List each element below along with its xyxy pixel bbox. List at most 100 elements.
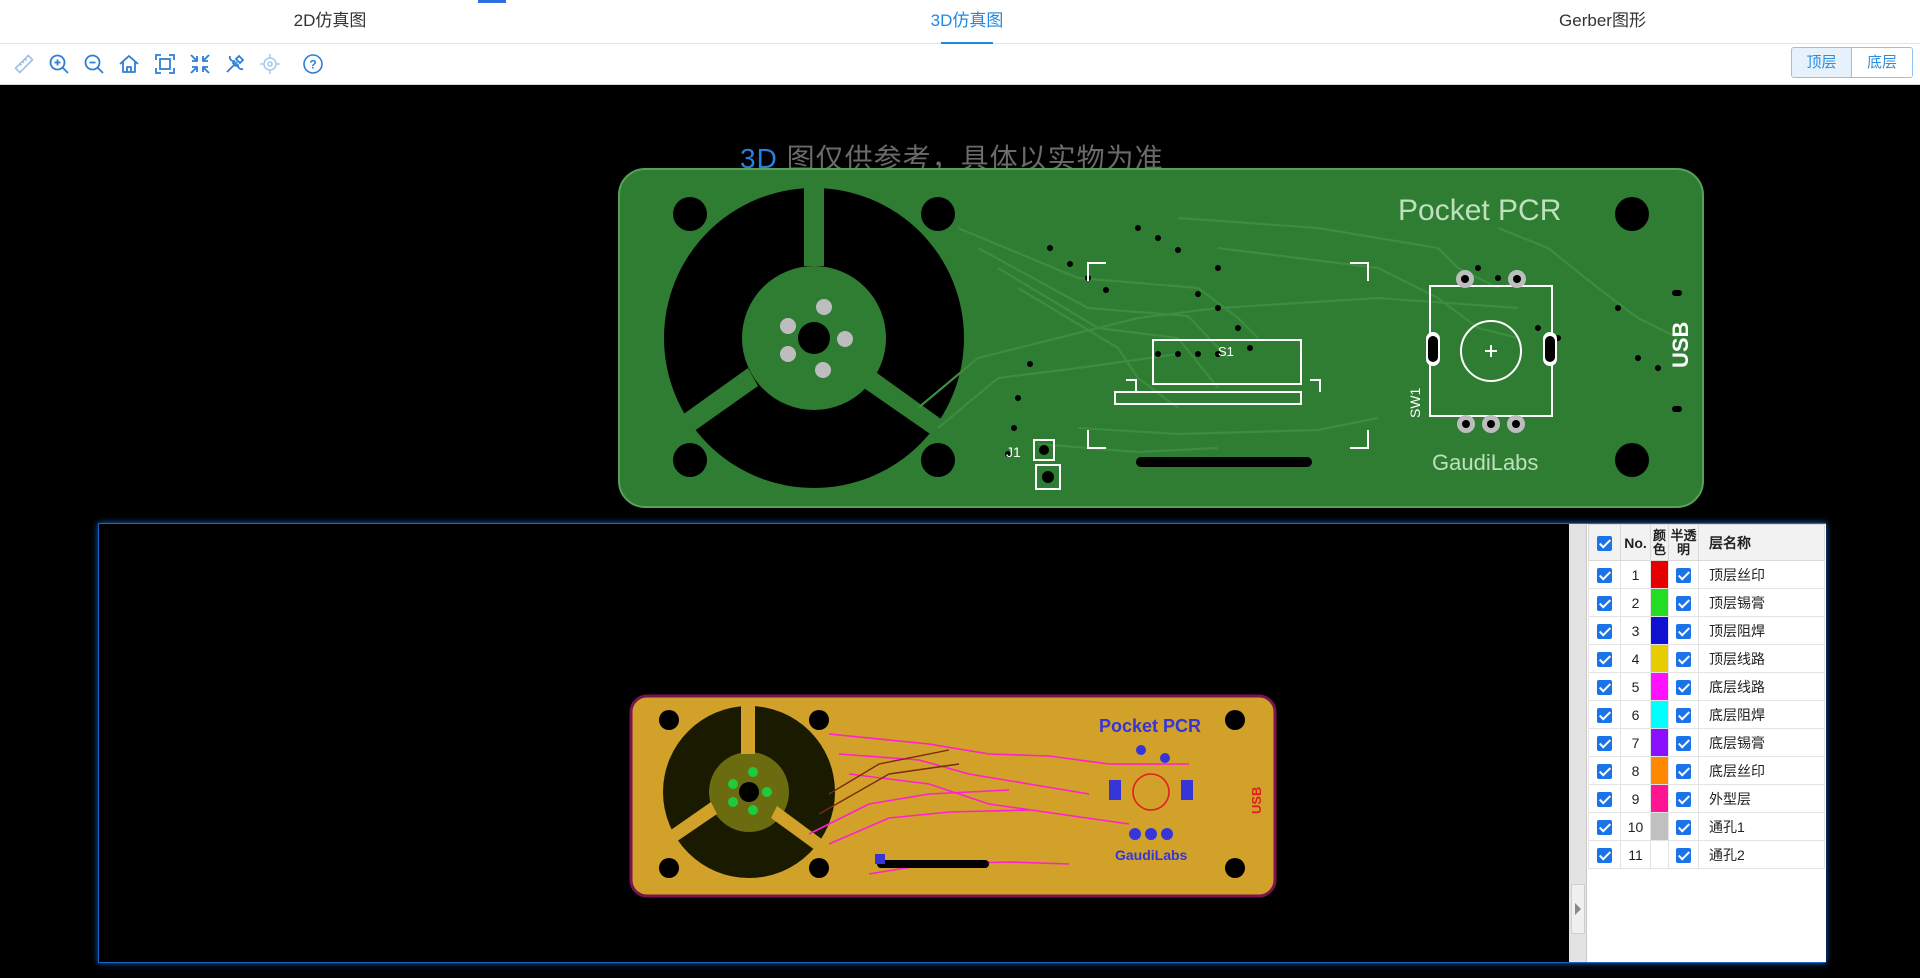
layer-row: 2 顶层锡膏 — [1588, 588, 1825, 617]
layer-color-swatch[interactable] — [1651, 645, 1668, 672]
zoom-in-icon[interactable] — [47, 52, 71, 76]
layer-visible-checkbox[interactable] — [1597, 819, 1612, 835]
zoom-out-icon[interactable] — [82, 52, 106, 76]
layer-color-cell — [1650, 840, 1669, 869]
layer-panel: No. 颜色 半透明 层名称 1 顶层丝印 2 顶层锡膏 3 顶层阻焊 4 顶层线路 5 底层线路… — [1569, 524, 1826, 962]
layer-row: 1 顶层丝印 — [1588, 560, 1825, 589]
layer-transparent-cell — [1668, 616, 1699, 645]
layer-color-swatch[interactable] — [1651, 673, 1668, 700]
layer-row: 10 通孔1 — [1588, 812, 1825, 841]
brand-2d: GaudiLabs — [1115, 847, 1188, 863]
layer-color-swatch[interactable] — [1651, 701, 1668, 728]
layer-transparent-checkbox[interactable] — [1676, 763, 1691, 779]
layer-name: 顶层线路 — [1698, 644, 1825, 673]
layer-transparent-cell — [1668, 700, 1699, 729]
collapse-arrow-icon[interactable] — [1571, 884, 1585, 934]
tab-2d-view[interactable]: 2D仿真图 — [230, 0, 430, 44]
layer-visible-checkbox[interactable] — [1597, 623, 1612, 639]
j1-label: J1 — [1006, 444, 1021, 460]
layer-no: 7 — [1620, 728, 1651, 757]
layer-visible-checkbox[interactable] — [1597, 651, 1612, 667]
layer-name: 顶层阻焊 — [1698, 616, 1825, 645]
layer-visible-cell — [1588, 560, 1621, 589]
layer-transparent-cell — [1668, 560, 1699, 589]
layer-visible-cell — [1588, 840, 1621, 869]
layer-visible-cell — [1588, 728, 1621, 757]
layer-color-swatch[interactable] — [1651, 785, 1668, 812]
heater-cutout — [664, 188, 964, 488]
layer-transparent-checkbox[interactable] — [1676, 735, 1691, 751]
layer-transparent-cell — [1668, 756, 1699, 785]
tab-gerber-view[interactable]: Gerber图形 — [1500, 0, 1705, 44]
layer-visible-checkbox[interactable] — [1597, 595, 1612, 611]
layer-transparent-checkbox[interactable] — [1676, 651, 1691, 667]
layer-no: 8 — [1620, 756, 1651, 785]
layer-no: 3 — [1620, 616, 1651, 645]
layer-color-cell — [1650, 756, 1669, 785]
layer-transparent-checkbox[interactable] — [1676, 791, 1691, 807]
layer-transparent-checkbox[interactable] — [1676, 707, 1691, 723]
shrink-icon[interactable] — [188, 52, 212, 76]
layer-color-swatch[interactable] — [1651, 757, 1668, 784]
home-icon[interactable] — [117, 52, 141, 76]
layer-row: 3 顶层阻焊 — [1588, 616, 1825, 645]
layer-transparent-checkbox[interactable] — [1676, 623, 1691, 639]
layer-visible-checkbox[interactable] — [1597, 763, 1612, 779]
select-all-checkbox[interactable] — [1597, 535, 1612, 551]
bottom-layer-button[interactable]: 底层 — [1852, 48, 1912, 77]
pcb-3d-view[interactable]: S1 J1 SW1 Pocket PCR GaudiLabs USB — [618, 168, 1706, 510]
layer-color-swatch[interactable] — [1651, 813, 1668, 840]
view-toolbar: ? 顶层 底层 — [0, 44, 1920, 85]
fit-view-icon[interactable] — [153, 52, 177, 76]
layer-switch: 顶层 底层 — [1791, 47, 1913, 78]
ruler-icon[interactable] — [12, 52, 36, 76]
layer-transparent-cell — [1668, 588, 1699, 617]
layer-visible-cell — [1588, 616, 1621, 645]
layer-color-swatch[interactable] — [1651, 561, 1668, 588]
layer-visible-cell — [1588, 588, 1621, 617]
layer-visible-checkbox[interactable] — [1597, 707, 1612, 723]
locate-icon[interactable] — [258, 52, 282, 76]
layer-name: 底层锡膏 — [1698, 728, 1825, 757]
layer-transparent-cell — [1668, 840, 1699, 869]
layer-transparent-checkbox[interactable] — [1676, 819, 1691, 835]
layer-visible-checkbox[interactable] — [1597, 791, 1612, 807]
layer-transparent-checkbox[interactable] — [1676, 595, 1691, 611]
board-title-2d: Pocket PCR — [1099, 716, 1201, 736]
render-stage[interactable]: 3D 图仅供参考，具体以实物为准 S1 J1 SW1 Pocket PCR Ga… — [0, 85, 1920, 978]
layer-visible-checkbox[interactable] — [1597, 847, 1612, 863]
layer-color-cell — [1650, 784, 1669, 813]
tools-icon[interactable] — [223, 52, 247, 76]
layer-transparent-cell — [1668, 672, 1699, 701]
layer-no: 11 — [1620, 840, 1651, 869]
layer-visible-checkbox[interactable] — [1597, 567, 1612, 583]
tab-marker — [478, 0, 506, 3]
layer-visible-cell — [1588, 644, 1621, 673]
sw1-label: SW1 — [1407, 387, 1423, 418]
layer-color-cell — [1650, 588, 1669, 617]
layer-panel-handle[interactable] — [1569, 524, 1587, 962]
layer-visible-checkbox[interactable] — [1597, 735, 1612, 751]
layer-color-swatch[interactable] — [1651, 841, 1668, 868]
pcb-2d-view[interactable]: Pocket PCR GaudiLabs USB — [629, 694, 1279, 900]
layer-color-swatch[interactable] — [1651, 729, 1668, 756]
help-icon[interactable]: ? — [301, 52, 325, 76]
layer-transparent-checkbox[interactable] — [1676, 679, 1691, 695]
layer-visible-checkbox[interactable] — [1597, 679, 1612, 695]
layer-name: 外型层 — [1698, 784, 1825, 813]
layer-transparent-checkbox[interactable] — [1676, 567, 1691, 583]
top-layer-button[interactable]: 顶层 — [1792, 48, 1852, 77]
layer-name: 通孔2 — [1698, 840, 1825, 869]
layer-name: 底层线路 — [1698, 672, 1825, 701]
layer-transparent-cell — [1668, 812, 1699, 841]
layer-transparent-cell — [1668, 728, 1699, 757]
layer-no: 10 — [1620, 812, 1651, 841]
layer-visible-cell — [1588, 700, 1621, 729]
tab-3d-view[interactable]: 3D仿真图 — [867, 0, 1067, 44]
layer-transparent-checkbox[interactable] — [1676, 847, 1691, 863]
layer-color-swatch[interactable] — [1651, 617, 1668, 644]
layer-color-swatch[interactable] — [1651, 589, 1668, 616]
layer-transparent-cell — [1668, 644, 1699, 673]
gerber-2d-viewer[interactable]: Pocket PCR GaudiLabs USB — [98, 523, 1826, 963]
layer-row: 7 底层锡膏 — [1588, 728, 1825, 757]
